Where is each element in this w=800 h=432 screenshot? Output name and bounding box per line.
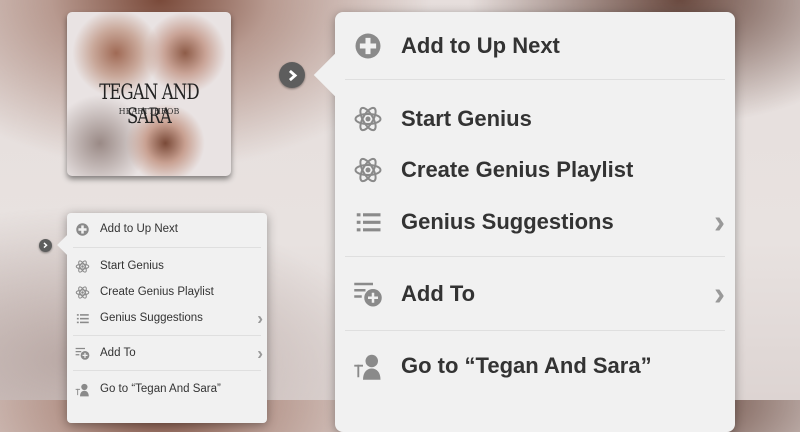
menu-item[interactable]: Start Genius — [335, 97, 735, 141]
menu-item-label: Add to Up Next — [401, 33, 560, 58]
atom-icon — [354, 157, 382, 183]
menu-divider — [73, 247, 261, 249]
menu-item[interactable]: Go to “Tegan And Sara” — [67, 378, 267, 400]
menu-item[interactable]: Create Genius Playlist — [335, 148, 735, 192]
chevron-right-icon — [43, 242, 48, 249]
menu-item-label: Go to “Tegan And Sara” — [100, 383, 221, 395]
menu-item-label: Create Genius Playlist — [401, 157, 634, 182]
chevron-right-icon: › — [257, 307, 263, 328]
playlist-add-icon — [354, 282, 382, 307]
list-icon — [356, 213, 381, 232]
menu-item[interactable]: Add to Up Next — [67, 218, 267, 240]
atom-icon — [354, 106, 382, 132]
menu-item[interactable]: Add To › — [335, 272, 735, 316]
playlist-add-icon — [75, 347, 90, 360]
atom-icon — [75, 259, 90, 273]
album-title-text: HEARTTHROB — [118, 107, 180, 116]
menu-item-label: Add To — [100, 347, 136, 359]
chevron-right-icon — [288, 69, 297, 81]
menu-item[interactable]: Add to Up Next — [335, 24, 735, 68]
menu-divider — [345, 330, 725, 332]
chevron-right-icon: › — [714, 275, 725, 312]
menu-item-label: Create Genius Playlist — [100, 286, 214, 298]
menu-item[interactable]: Genius Suggestions › — [335, 200, 735, 244]
menu-disclosure-button[interactable] — [279, 62, 305, 88]
menu-item-label: Start Genius — [401, 106, 532, 131]
menu-item-label: Add to Up Next — [100, 223, 178, 235]
artist-icon — [75, 383, 89, 396]
context-menu-large: Add to Up Next Start Genius Create Genius … — [313, 12, 735, 432]
menu-item-label: Start Genius — [100, 260, 164, 272]
menu-item-label: Genius Suggestions — [401, 209, 614, 234]
menu-divider — [73, 370, 261, 372]
menu-divider — [73, 335, 261, 337]
plus-circle-icon — [76, 222, 89, 236]
plus-circle-icon — [355, 33, 381, 59]
album-artist-text: TEGAN AND SARA — [99, 80, 199, 128]
artist-icon — [354, 354, 381, 380]
menu-disclosure-button[interactable] — [39, 239, 52, 252]
menu-item-label: Go to “Tegan And Sara” — [401, 353, 652, 378]
menu-item[interactable]: Add To › — [67, 342, 267, 364]
menu-divider — [345, 256, 725, 258]
chevron-right-icon: › — [257, 342, 263, 363]
chevron-right-icon: › — [714, 203, 725, 240]
album-artwork[interactable]: TEGAN AND SARA HEARTTHROB — [67, 12, 231, 176]
list-icon — [76, 313, 89, 323]
context-menu-small: Add to Up Next Start Genius Create Genius … — [57, 213, 267, 423]
atom-icon — [75, 285, 90, 299]
menu-divider — [345, 79, 725, 81]
menu-item-label: Genius Suggestions — [100, 312, 203, 324]
menu-item[interactable]: Create Genius Playlist — [67, 281, 267, 303]
menu-item[interactable]: Genius Suggestions › — [67, 307, 267, 329]
menu-item[interactable]: Start Genius — [67, 255, 267, 277]
menu-item-label: Add To — [401, 281, 476, 306]
menu-item[interactable]: Go to “Tegan And Sara” — [335, 344, 735, 388]
